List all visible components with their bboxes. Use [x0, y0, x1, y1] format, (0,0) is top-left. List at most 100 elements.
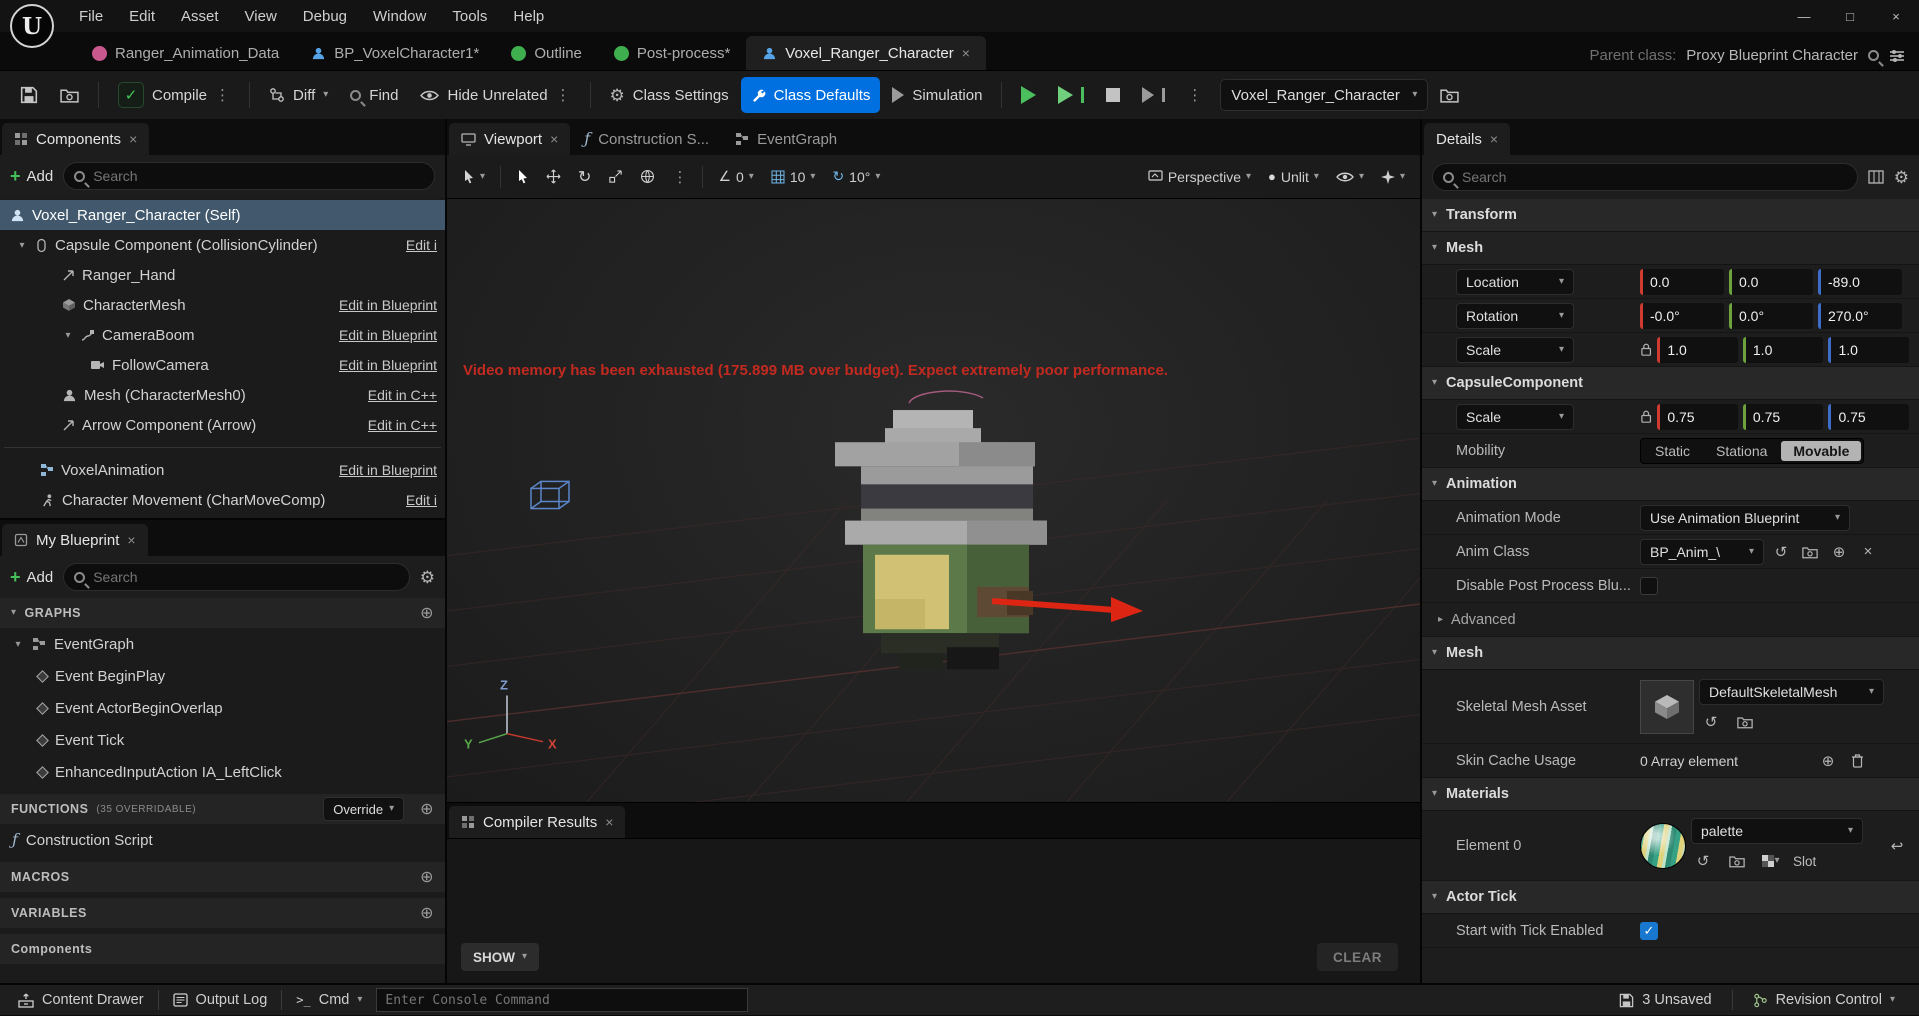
save-button[interactable]	[10, 77, 48, 113]
edit-link[interactable]: Edit i	[406, 237, 437, 253]
close-icon[interactable]: ×	[129, 132, 137, 146]
lighting-mode-dropdown[interactable]: ● Unlit ▾	[1261, 162, 1326, 192]
enhancedinput-leftclick-row[interactable]: EnhancedInputAction IA_LeftClick	[0, 756, 445, 788]
viewmode-effects-dropdown[interactable]: ▾	[1374, 162, 1412, 192]
cmd-dropdown[interactable]: >_ Cmd ▾	[286, 984, 372, 1016]
debug-browse-button[interactable]	[1430, 77, 1469, 113]
animation-header[interactable]: ▾ Animation	[1422, 468, 1919, 501]
event-actorbeginoverlap-row[interactable]: Event ActorBeginOverlap	[0, 692, 445, 724]
edit-link[interactable]: Edit in C++	[368, 417, 437, 433]
viewport-3d[interactable]: Z Y X Video memory has been exhausted (1…	[447, 199, 1420, 802]
add-variable-icon[interactable]: ⊕	[420, 903, 434, 923]
lock-icon[interactable]	[1640, 342, 1652, 357]
event-beginplay-row[interactable]: Event BeginPlay	[0, 660, 445, 692]
hide-unrelated-options-icon[interactable]: ⋮	[556, 86, 571, 104]
event-tick-row[interactable]: Event Tick	[0, 724, 445, 756]
menu-window[interactable]: Window	[360, 0, 439, 32]
tab-components[interactable]: Components ×	[2, 123, 150, 155]
collapse-icon[interactable]: ▾	[12, 639, 24, 650]
variables-section-header[interactable]: VARIABLES ⊕	[0, 898, 445, 928]
location-y-field[interactable]: 0.0	[1729, 268, 1813, 295]
transform-header[interactable]: ▾ Transform	[1422, 199, 1919, 232]
tab-viewport[interactable]: Viewport ×	[449, 123, 571, 155]
tree-row-ranger-hand[interactable]: Ranger_Hand	[0, 260, 445, 290]
close-tab-icon[interactable]: ×	[962, 46, 970, 60]
macros-section-header[interactable]: MACROS ⊕	[0, 862, 445, 892]
play-options-button[interactable]: ⋮	[1177, 77, 1212, 113]
close-icon[interactable]: ×	[1490, 132, 1498, 146]
tree-row-character-movement[interactable]: Character Movement (CharMoveComp) Edit i	[0, 485, 445, 515]
material-thumbnail[interactable]	[1640, 822, 1686, 869]
clear-button[interactable]: CLEAR	[1317, 943, 1398, 971]
unsaved-button[interactable]: 3 Unsaved	[1609, 984, 1721, 1016]
menu-edit[interactable]: Edit	[116, 0, 168, 32]
frame-skip-button[interactable]	[1048, 77, 1094, 113]
debug-object-dropdown[interactable]: Voxel_Ranger_Character ▾	[1220, 79, 1429, 111]
menu-view[interactable]: View	[232, 0, 290, 32]
capsule-scale-dropdown[interactable]: Scale ▾	[1456, 403, 1574, 430]
tree-row-voxelanimation[interactable]: VoxelAnimation Edit in Blueprint	[0, 455, 445, 485]
diff-button[interactable]: Diff ▾	[259, 77, 338, 113]
output-log-button[interactable]: Output Log	[163, 984, 278, 1016]
mesh-subheader[interactable]: ▾ Mesh	[1422, 232, 1919, 265]
world-local-toggle[interactable]	[633, 162, 662, 192]
graphs-section-header[interactable]: ▾ GRAPHS ⊕	[0, 598, 445, 628]
eventgraph-row[interactable]: ▾ EventGraph	[0, 628, 445, 660]
settings-sliders-icon[interactable]	[1889, 49, 1905, 63]
menu-help[interactable]: Help	[500, 0, 557, 32]
gear-icon[interactable]: ⚙	[1894, 169, 1909, 186]
skeletal-mesh-thumbnail[interactable]	[1640, 679, 1694, 734]
browse-asset-icon[interactable]	[1725, 849, 1749, 873]
minimize-button[interactable]: —	[1781, 0, 1827, 32]
tree-row-self[interactable]: Voxel_Ranger_Character (Self)	[0, 200, 445, 230]
capsulecomponent-header[interactable]: ▾ CapsuleComponent	[1422, 367, 1919, 400]
tree-row-charactermesh[interactable]: CharacterMesh Edit in Blueprint	[0, 290, 445, 320]
maximize-button[interactable]: □	[1827, 0, 1873, 32]
scale-dropdown[interactable]: Scale ▾	[1456, 336, 1574, 363]
my-blueprint-search-input[interactable]	[93, 569, 399, 585]
gear-icon[interactable]: ⚙	[420, 569, 435, 586]
edit-link[interactable]: Edit in C++	[368, 387, 437, 403]
use-selected-asset-icon[interactable]: ↺	[1691, 849, 1715, 873]
edit-link[interactable]: Edit in Blueprint	[339, 297, 437, 313]
browse-asset-button[interactable]	[50, 77, 89, 113]
materials-header[interactable]: ▾ Materials	[1422, 778, 1919, 811]
class-defaults-button[interactable]: Class Defaults	[740, 77, 881, 113]
compile-button[interactable]: ✓ Compile ⋮	[108, 77, 240, 113]
mesh2-header[interactable]: ▾ Mesh	[1422, 637, 1919, 670]
tick-enabled-checkbox[interactable]: ✓	[1640, 921, 1658, 940]
construction-script-row[interactable]: ƒ Construction Script	[0, 824, 445, 856]
play-button[interactable]	[1011, 77, 1046, 113]
select-tool-button[interactable]	[509, 162, 536, 192]
capsule-scale-y-field[interactable]: 0.75	[1742, 403, 1824, 430]
rotation-x-field[interactable]: -0.0°	[1640, 302, 1724, 329]
location-z-field[interactable]: -89.0	[1818, 268, 1902, 295]
advanced-row[interactable]: ▸ Advanced	[1422, 603, 1919, 637]
reset-to-default-icon[interactable]: ↩	[1885, 834, 1909, 858]
anim-class-dropdown[interactable]: BP_Anim_\ ▾	[1640, 538, 1764, 565]
edit-link[interactable]: Edit in Blueprint	[339, 357, 437, 373]
details-search-input[interactable]	[1462, 169, 1847, 185]
close-icon[interactable]: ×	[550, 132, 558, 146]
tree-row-mesh-charactermesh0[interactable]: Mesh (CharacterMesh0) Edit in C++	[0, 380, 445, 410]
menu-debug[interactable]: Debug	[290, 0, 360, 32]
components-section-header[interactable]: Components	[0, 934, 445, 964]
actor-tick-header[interactable]: ▾ Actor Tick	[1422, 881, 1919, 914]
menu-file[interactable]: File	[66, 0, 116, 32]
clear-icon[interactable]: ×	[1856, 540, 1880, 564]
perspective-dropdown[interactable]: Perspective ▾	[1141, 162, 1258, 192]
tab-eventgraph[interactable]: EventGraph	[723, 123, 849, 155]
add-icon[interactable]: ⊕	[1827, 540, 1851, 564]
override-dropdown[interactable]: Override ▾	[323, 797, 405, 821]
edit-link[interactable]: Edit in Blueprint	[339, 462, 437, 478]
scale-tool-button[interactable]	[601, 162, 630, 192]
browse-asset-icon[interactable]	[1798, 540, 1822, 564]
location-dropdown[interactable]: Location ▾	[1456, 268, 1574, 295]
add-macro-icon[interactable]: ⊕	[420, 867, 434, 887]
tab-outline[interactable]: Outline	[495, 36, 598, 70]
unreal-logo-icon[interactable]: U	[10, 4, 54, 48]
rotation-snap-button[interactable]: ↻ 10° ▾	[825, 162, 887, 192]
functions-section-header[interactable]: FUNCTIONS (35 OVERRIDABLE) Override ▾ ⊕	[0, 794, 445, 824]
edit-link[interactable]: Edit in Blueprint	[339, 327, 437, 343]
tree-row-followcamera[interactable]: FollowCamera Edit in Blueprint	[0, 350, 445, 380]
